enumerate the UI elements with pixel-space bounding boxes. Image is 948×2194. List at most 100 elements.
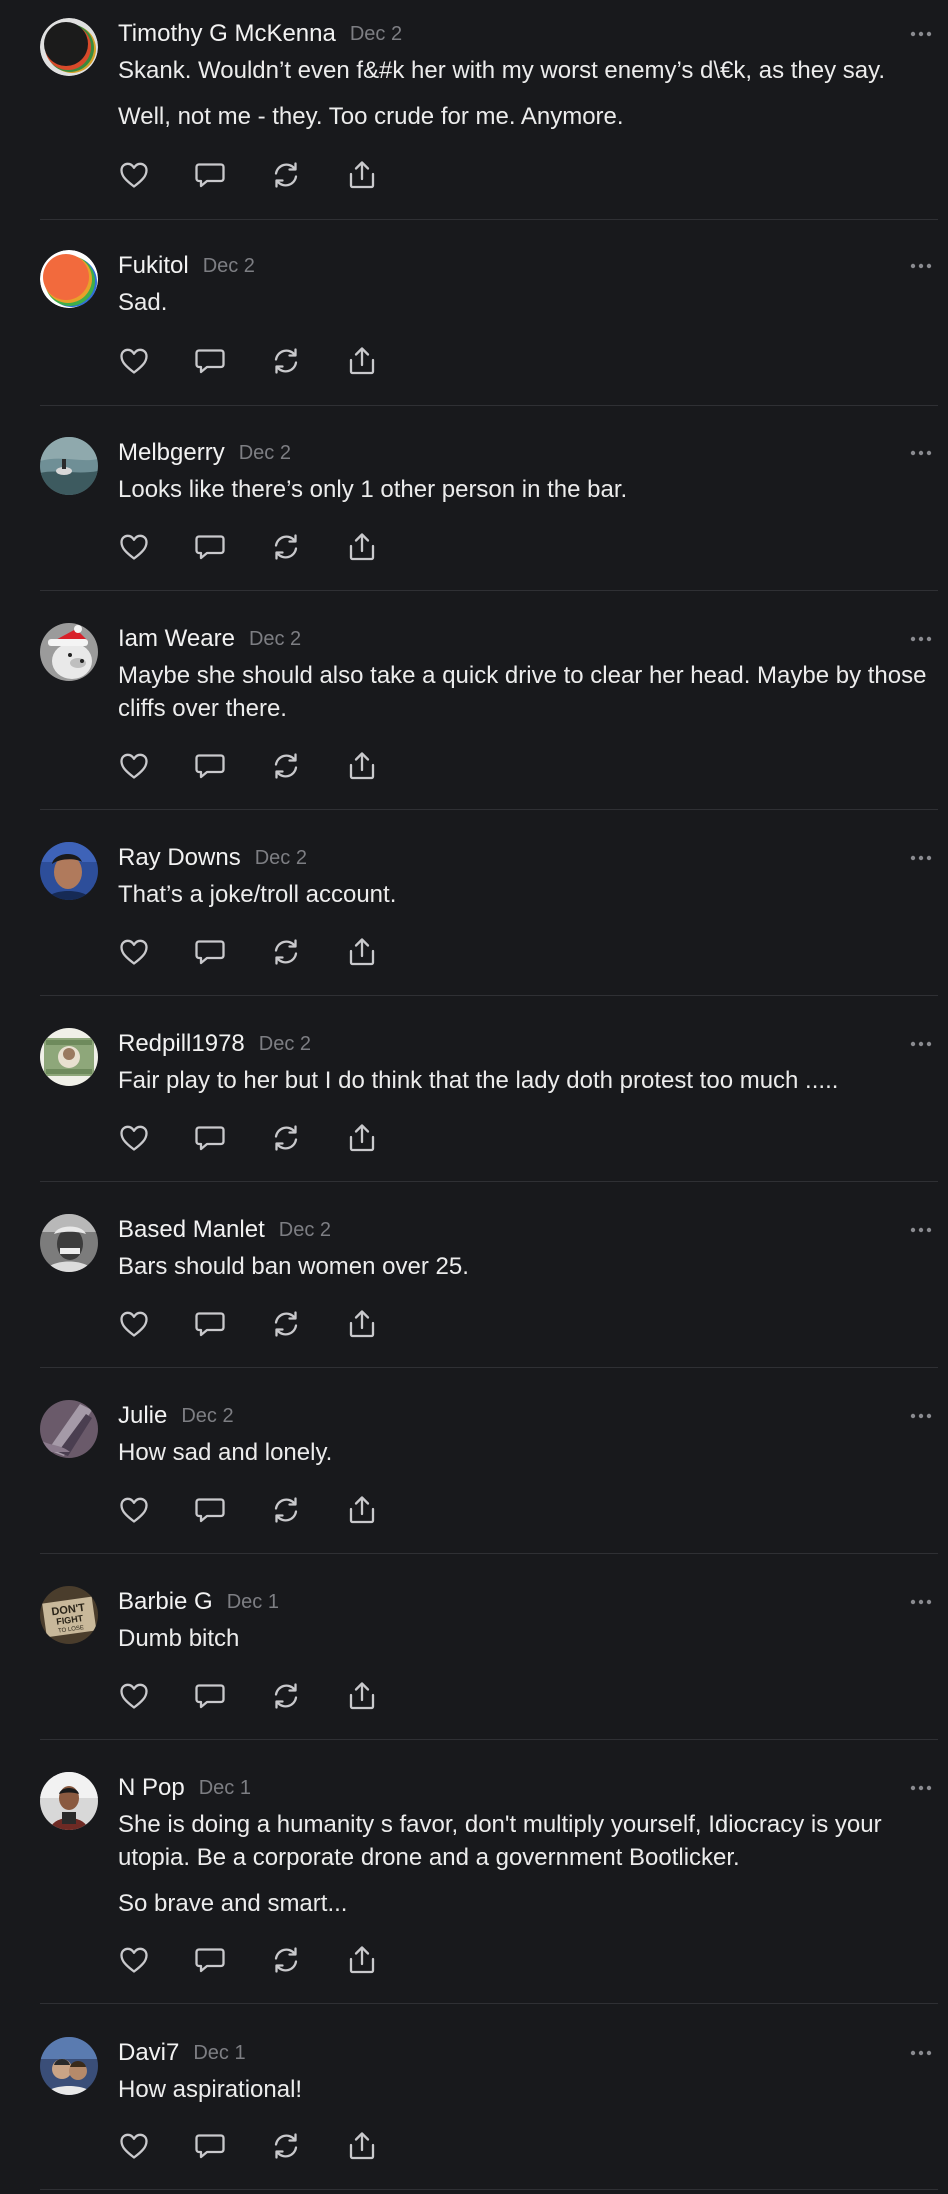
restack-button[interactable] (270, 345, 302, 377)
avatar[interactable] (40, 250, 98, 308)
comment-header: Melbgerry Dec 2 (118, 437, 938, 469)
comment-body: Ray Downs Dec 2 That’s a joke/troll accoun… (118, 842, 938, 911)
reply-button[interactable] (194, 750, 226, 782)
like-button[interactable] (118, 159, 150, 191)
share-button[interactable] (346, 750, 378, 782)
avatar[interactable] (40, 1400, 98, 1458)
share-button[interactable] (346, 936, 378, 968)
comment-date[interactable]: Dec 1 (199, 1777, 251, 1799)
comment-date[interactable]: Dec 2 (203, 255, 255, 277)
like-button[interactable] (118, 2130, 150, 2162)
comment-date[interactable]: Dec 2 (181, 1405, 233, 1427)
avatar[interactable] (40, 842, 98, 900)
avatar[interactable] (40, 18, 98, 76)
more-options-icon[interactable] (908, 250, 934, 282)
restack-button[interactable] (270, 159, 302, 191)
reply-button[interactable] (194, 1308, 226, 1340)
reply-button[interactable] (194, 936, 226, 968)
like-button[interactable] (118, 1680, 150, 1712)
author-name[interactable]: Fukitol (118, 252, 189, 279)
share-button[interactable] (346, 531, 378, 563)
share-button[interactable] (346, 1944, 378, 1976)
more-options-icon[interactable] (908, 1586, 934, 1618)
restack-button[interactable] (270, 1308, 302, 1340)
author-name[interactable]: Timothy G McKenna (118, 20, 336, 47)
like-button[interactable] (118, 1122, 150, 1154)
more-options-icon[interactable] (908, 1400, 934, 1432)
restack-button[interactable] (270, 1944, 302, 1976)
like-button[interactable] (118, 936, 150, 968)
reply-button[interactable] (194, 1944, 226, 1976)
reply-button[interactable] (194, 159, 226, 191)
reply-button[interactable] (194, 345, 226, 377)
comment-date[interactable]: Dec 1 (193, 2042, 245, 2064)
avatar[interactable] (40, 1772, 98, 1830)
comment-date[interactable]: Dec 2 (255, 847, 307, 869)
share-button[interactable] (346, 1308, 378, 1340)
more-options-icon[interactable] (908, 1028, 934, 1060)
like-button[interactable] (118, 345, 150, 377)
restack-button[interactable] (270, 2130, 302, 2162)
reply-button[interactable] (194, 1494, 226, 1526)
restack-button[interactable] (270, 531, 302, 563)
share-button[interactable] (346, 159, 378, 191)
like-button[interactable] (118, 1308, 150, 1340)
comment-body: Redpill1978 Dec 2 Fair play to her but I d… (118, 1028, 938, 1097)
share-button[interactable] (346, 345, 378, 377)
avatar[interactable] (40, 437, 98, 495)
like-button[interactable] (118, 1494, 150, 1526)
author-name[interactable]: Julie (118, 1402, 167, 1429)
heart-icon (119, 1682, 149, 1710)
avatar[interactable] (40, 1028, 98, 1086)
author-name[interactable]: Barbie G (118, 1588, 213, 1615)
comment-text: Sad. (118, 286, 938, 319)
comment-item: Melbgerry Dec 2 Looks like there’s only 1 … (40, 437, 938, 591)
reply-button[interactable] (194, 1680, 226, 1712)
like-button[interactable] (118, 531, 150, 563)
more-options-icon[interactable] (908, 437, 934, 469)
more-options-icon[interactable] (908, 18, 934, 50)
share-button[interactable] (346, 1494, 378, 1526)
avatar[interactable]: DON'T FIGHT TO LOSE (40, 1586, 98, 1644)
more-options-icon[interactable] (908, 1214, 934, 1246)
comment-date[interactable]: Dec 2 (350, 23, 402, 45)
avatar[interactable] (40, 2037, 98, 2095)
restack-button[interactable] (270, 1494, 302, 1526)
more-options-icon[interactable] (908, 1772, 934, 1804)
share-button[interactable] (346, 1680, 378, 1712)
comment-text: Fair play to her but I do think that the… (118, 1064, 938, 1097)
more-options-icon[interactable] (908, 623, 934, 655)
restack-button[interactable] (270, 1122, 302, 1154)
comment-actions (118, 1944, 422, 1976)
avatar[interactable] (40, 623, 98, 681)
author-name[interactable]: Davi7 (118, 2039, 179, 2066)
reply-button[interactable] (194, 2130, 226, 2162)
author-name[interactable]: Based Manlet (118, 1216, 265, 1243)
comment-date[interactable]: Dec 2 (249, 628, 301, 650)
more-options-icon[interactable] (908, 2037, 934, 2069)
like-button[interactable] (118, 1944, 150, 1976)
like-button[interactable] (118, 750, 150, 782)
comment-body: N Pop Dec 1 She is doing a humanity s favo… (118, 1772, 938, 1920)
share-button[interactable] (346, 2130, 378, 2162)
comment-date[interactable]: Dec 1 (227, 1591, 279, 1613)
comment-actions (118, 2130, 422, 2162)
comment-date[interactable]: Dec 2 (259, 1033, 311, 1055)
reply-button[interactable] (194, 531, 226, 563)
heart-icon (119, 752, 149, 780)
author-name[interactable]: Redpill1978 (118, 1030, 245, 1057)
restack-button[interactable] (270, 1680, 302, 1712)
author-name[interactable]: N Pop (118, 1774, 185, 1801)
more-options-icon[interactable] (908, 842, 934, 874)
comment-date[interactable]: Dec 2 (279, 1219, 331, 1241)
reply-button[interactable] (194, 1122, 226, 1154)
share-button[interactable] (346, 1122, 378, 1154)
restack-button[interactable] (270, 936, 302, 968)
author-name[interactable]: Iam Weare (118, 625, 235, 652)
comment-date[interactable]: Dec 2 (239, 442, 291, 464)
author-name[interactable]: Ray Downs (118, 844, 241, 871)
restack-button[interactable] (270, 750, 302, 782)
comment-text: That’s a joke/troll account. (118, 878, 938, 911)
avatar[interactable] (40, 1214, 98, 1272)
author-name[interactable]: Melbgerry (118, 439, 225, 466)
